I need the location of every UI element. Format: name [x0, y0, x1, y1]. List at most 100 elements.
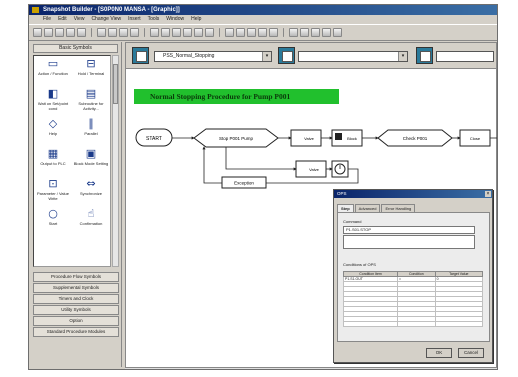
wait-icon: ◧	[47, 88, 59, 100]
find-icon[interactable]	[258, 28, 267, 37]
ellipse-icon[interactable]	[322, 28, 331, 37]
conditions-label: Conditions of OPS	[343, 262, 376, 267]
arrow-icon[interactable]	[300, 28, 309, 37]
palette-item-help[interactable]: ◇ Help	[34, 118, 72, 148]
dialog-title-bar: OPS ×	[334, 190, 492, 198]
command-label: Command	[343, 219, 362, 224]
palette-item-block-mode[interactable]: ▣ Block Mode Setting	[72, 148, 110, 178]
symbol-palette: Basic Symbols ▭ Action / Function ⊟ Hold…	[30, 42, 122, 367]
cancel-button[interactable]: Cancel	[458, 348, 484, 358]
section-utility[interactable]: Utility Symbols	[33, 305, 119, 315]
palette-item-label: Block Mode Setting	[73, 161, 109, 166]
command-value: P1.S01.STOP	[346, 227, 372, 232]
dialog-title: OPS	[337, 191, 347, 196]
line-icon[interactable]	[289, 28, 298, 37]
block-icon	[335, 133, 342, 140]
action-icon: ▭	[47, 58, 59, 70]
main-toolbar	[29, 24, 497, 41]
palette-sections: Procedure Flow Symbols Supplemental Symb…	[33, 272, 119, 338]
horizontal-scrollbar[interactable]	[125, 368, 497, 369]
new-icon[interactable]	[33, 28, 42, 37]
subroutine-icon: ▤	[85, 88, 97, 100]
palette-item-parallel[interactable]: ∥ Parallel	[72, 118, 110, 148]
app-window: Snapshot Builder - [S0P0N0 MANSA - [Grap…	[28, 4, 498, 370]
confirm-icon: ☝	[87, 208, 95, 220]
menu-window[interactable]: Window	[166, 15, 184, 24]
palette-item-action[interactable]: ▭ Action / Function	[34, 58, 72, 88]
window-title: Snapshot Builder - [S0P0N0 MANSA - [Grap…	[43, 7, 180, 13]
section-supplemental[interactable]: Supplemental Symbols	[33, 283, 119, 293]
section-standard-modules[interactable]: Standard Procedure Modules	[33, 327, 119, 337]
menu-view[interactable]: View	[74, 15, 85, 24]
palette-item-subroutine[interactable]: ▤ Subroutine for Activity...	[72, 88, 110, 118]
section-timers[interactable]: Timers and Clock	[33, 294, 119, 304]
align-left-icon[interactable]	[161, 28, 170, 37]
menu-help[interactable]: Help	[191, 15, 201, 24]
dialog-tabs: Step Advanced Error Handling	[337, 204, 492, 212]
table-cell[interactable]	[397, 321, 436, 327]
paste-icon[interactable]	[108, 28, 117, 37]
undo-icon[interactable]	[119, 28, 128, 37]
palette-item-label: Parameter / Value Write	[37, 191, 69, 201]
table-row[interactable]	[342, 321, 484, 327]
palette-item-sync[interactable]: ⇔ Synchronize	[72, 178, 110, 208]
open-icon[interactable]	[44, 28, 53, 37]
tab-step[interactable]: Step	[337, 204, 354, 212]
parallel-icon: ∥	[88, 118, 94, 130]
layout-icon[interactable]	[225, 28, 234, 37]
redo-icon[interactable]	[130, 28, 139, 37]
palette-item-param-write[interactable]: ⊡ Parameter / Value Write	[34, 178, 72, 208]
palette-item-label: Start	[48, 221, 58, 226]
palette-item-wait[interactable]: ◧ Wait on Set/point cond	[34, 88, 72, 118]
ops-dialog: OPS × Step Advanced Error Handling Comma…	[333, 189, 493, 363]
table-cell[interactable]	[342, 321, 399, 327]
text-icon[interactable]	[333, 28, 342, 37]
grid-icon[interactable]	[150, 28, 159, 37]
section-procedure-flow[interactable]: Procedure Flow Symbols	[33, 272, 119, 282]
group-icon[interactable]	[194, 28, 203, 37]
tab-advanced[interactable]: Advanced	[354, 204, 381, 212]
menu-tools[interactable]: Tools	[148, 15, 160, 24]
palette-scroll-thumb[interactable]	[113, 64, 118, 104]
zoom-icon[interactable]	[205, 28, 214, 37]
palette-item-label: Wait on Set/point cond	[37, 101, 69, 111]
menu-change-view[interactable]: Change View	[91, 15, 121, 24]
cut-icon[interactable]	[77, 28, 86, 37]
palette-header[interactable]: Basic Symbols	[33, 44, 118, 53]
block-mode-icon: ▣	[85, 148, 97, 160]
copy-icon[interactable]	[97, 28, 106, 37]
flow-start-label: START	[146, 136, 162, 142]
palette-item-plc-output[interactable]: ▦ Output to PLC	[34, 148, 72, 178]
toolbar-separator	[144, 28, 145, 37]
flow-exception-label: Exception	[234, 181, 254, 186]
palette-item-hold[interactable]: ⊟ Hold / Terminal	[72, 58, 110, 88]
param-write-icon: ⊡	[48, 178, 58, 190]
save-icon[interactable]	[55, 28, 64, 37]
command-field[interactable]: P1.S01.STOP	[343, 226, 475, 234]
flow-node-label: Check P001	[403, 136, 428, 141]
close-icon[interactable]: ×	[485, 191, 491, 197]
chart-icon[interactable]	[247, 28, 256, 37]
drawing-canvas[interactable]: PSS_Normal_Stopping ▾ ▾ Normal Stopping …	[125, 42, 497, 368]
flow-node-label: Close	[470, 136, 481, 141]
tab-error-handling[interactable]: Error Handling	[381, 204, 416, 212]
plc-output-icon: ▦	[47, 148, 59, 160]
section-option[interactable]: Option	[33, 316, 119, 326]
print-icon[interactable]	[66, 28, 75, 37]
rectangle-icon[interactable]	[311, 28, 320, 37]
palette-item-start[interactable]: ○ Start	[34, 208, 72, 238]
flow-node-label: Stop P001 Pump	[219, 136, 254, 141]
align-right-icon[interactable]	[183, 28, 192, 37]
menu-file[interactable]: File	[43, 15, 51, 24]
replace-icon[interactable]	[269, 28, 278, 37]
table-icon[interactable]	[236, 28, 245, 37]
dialog-body: Command P1.S01.STOP Conditions of OPS Co…	[337, 212, 490, 342]
table-cell[interactable]	[434, 321, 484, 327]
palette-item-confirm[interactable]: ☝ Confirmation	[72, 208, 110, 238]
palette-scrollbar[interactable]	[112, 55, 119, 267]
menu-edit[interactable]: Edit	[58, 15, 67, 24]
ok-button[interactable]: OK	[426, 348, 452, 358]
align-center-icon[interactable]	[172, 28, 181, 37]
menu-insert[interactable]: Insert	[128, 15, 141, 24]
command-description-field[interactable]	[343, 235, 475, 249]
